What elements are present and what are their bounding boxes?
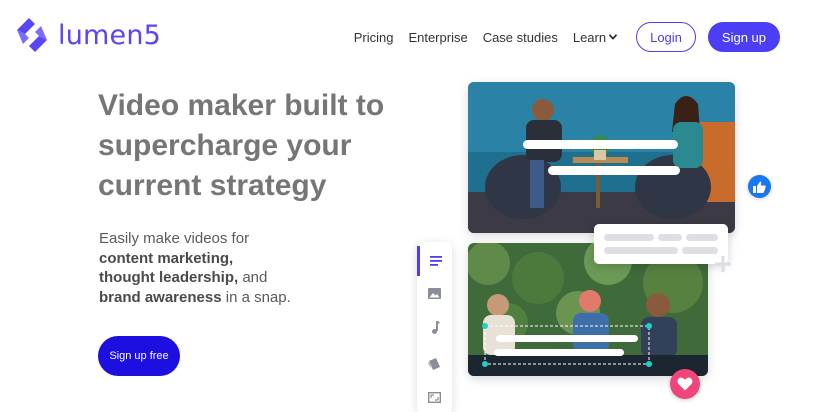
nav-pricing[interactable]: Pricing (354, 30, 394, 45)
format-icon (428, 391, 441, 403)
image-icon (428, 287, 441, 299)
text-placeholder-line (682, 247, 718, 254)
nav-enterprise[interactable]: Enterprise (408, 30, 467, 45)
signup-free-button[interactable]: Sign up free (98, 336, 180, 376)
nav-learn-label: Learn (572, 29, 607, 45)
style-icon (428, 357, 440, 370)
logo[interactable]: lumen5 (14, 17, 161, 53)
hero-title: Video maker built to supercharge your cu… (98, 89, 385, 202)
text-placeholder-line (686, 234, 718, 241)
text-icon (430, 256, 442, 266)
subtitle-outro: in a snap. (225, 288, 291, 306)
logo-text: lumen5 (58, 19, 162, 51)
text-placeholder-line (604, 247, 678, 254)
chevron-down-icon (609, 34, 618, 40)
thumbs-up-icon (753, 181, 766, 193)
text-block-card (594, 224, 728, 264)
style-tool[interactable] (417, 348, 452, 378)
nav-case-studies[interactable]: Case studies (483, 30, 558, 45)
subtitle-intro: Easily make videos for (99, 230, 250, 247)
text-tool[interactable] (417, 246, 452, 276)
nav-learn-dropdown[interactable]: Learn (572, 29, 618, 45)
add-icon (715, 256, 731, 272)
music-tool[interactable] (417, 312, 452, 342)
subtitle-item-brand-awareness: brand awareness (99, 288, 222, 306)
lumen5-logo-icon (17, 18, 47, 52)
text-placeholder-line (658, 234, 682, 241)
heart-badge (670, 369, 700, 399)
caption-line-1 (523, 140, 678, 149)
heart-icon (677, 377, 693, 391)
subtitle-item-content-marketing: content marketing, (99, 249, 234, 267)
caption-line-3 (496, 335, 638, 342)
like-badge (748, 175, 771, 198)
hero-subtitle: Easily make videos for content marketing… (99, 229, 399, 307)
meeting-photo (468, 82, 735, 233)
editor-toolbar (417, 242, 452, 412)
video-scene-preview-1 (468, 82, 735, 233)
text-placeholder-line (604, 234, 654, 241)
login-button[interactable]: Login (636, 22, 696, 52)
subtitle-and: and (242, 269, 268, 286)
music-icon (431, 320, 440, 334)
subtitle-item-thought-leadership: thought leadership, (99, 269, 239, 286)
image-tool[interactable] (417, 278, 452, 308)
format-tool[interactable] (417, 382, 452, 412)
caption-line-4 (494, 349, 624, 356)
caption-line-2 (548, 166, 680, 175)
top-nav: Pricing Enterprise Case studies Learn Lo… (354, 22, 780, 52)
signup-button[interactable]: Sign up (707, 22, 780, 52)
